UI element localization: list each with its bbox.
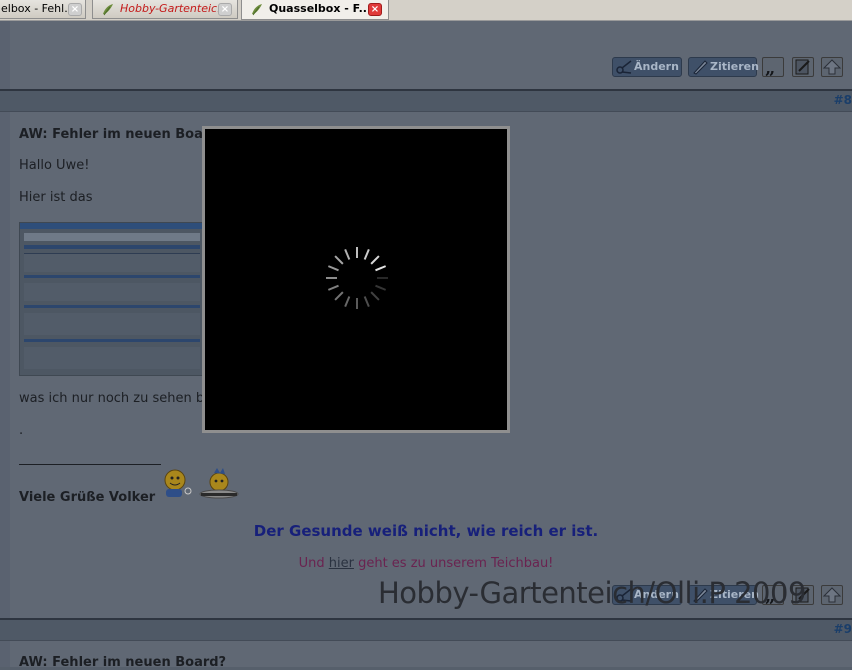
scroll-top-button[interactable]	[821, 585, 843, 605]
spinner-tick	[334, 255, 344, 265]
tab-fehler[interactable]: elbox - Fehl... ×	[0, 0, 86, 19]
svg-text:„: „	[765, 58, 775, 76]
post-text-dot: .	[19, 423, 24, 438]
close-tab-icon[interactable]: ×	[218, 3, 232, 16]
leaf-favicon-icon	[252, 4, 262, 16]
post-title: AW: Fehler im neuen Board?	[19, 127, 227, 142]
spinner-tick	[344, 296, 351, 308]
next-post-title: AW: Fehler im neuen Board?	[19, 655, 227, 670]
spinner-tick	[370, 291, 380, 301]
scroll-top-button[interactable]	[821, 57, 843, 77]
edit-button-label: Ändern	[634, 60, 679, 73]
smiley-icon	[164, 469, 192, 497]
tab-label: Quasselbox - F...	[269, 2, 372, 15]
post-number-link[interactable]: #8	[834, 93, 852, 107]
teich-suffix: geht es zu unserem Teichbau!	[358, 556, 554, 571]
attached-screenshot-image[interactable]	[19, 222, 205, 376]
edit-button[interactable]: Ändern	[612, 57, 682, 77]
next-post-header-bar: #9	[0, 618, 852, 641]
spinner-tick	[327, 265, 339, 272]
next-post-number-link[interactable]: #9	[834, 622, 852, 636]
arrow-up-icon	[822, 587, 842, 603]
spinner-tick	[375, 265, 387, 272]
loading-spinner-icon	[326, 247, 388, 309]
signature-quote: Der Gesunde weiß nicht, wie reich er ist…	[253, 522, 599, 540]
edit-note-button[interactable]	[792, 57, 814, 77]
post-text-line: was ich nur noch zu sehen b	[19, 391, 205, 406]
teich-prefix: Und	[298, 556, 325, 571]
close-tab-icon[interactable]: ×	[68, 3, 82, 16]
browser-tab-bar: elbox - Fehl... × Hobby-Gartenteic... × …	[0, 0, 852, 21]
tab-label: elbox - Fehl...	[1, 2, 75, 15]
tab-quasselbox[interactable]: Quasselbox - F... ×	[241, 0, 389, 20]
quote-marks-icon: „	[765, 58, 775, 79]
quote-marks-button[interactable]: „	[762, 57, 784, 79]
signature-teich-line: Und hier geht es zu unserem Teichbau!	[0, 556, 852, 571]
spinner-tick	[363, 248, 370, 260]
spinner-tick	[375, 284, 387, 291]
spinner-tick	[327, 284, 339, 291]
post-action-bar-top: Ändern Zitieren „	[612, 57, 852, 79]
lightbox-loading-panel[interactable]	[202, 126, 510, 433]
quote-button-label: Zitieren	[710, 60, 759, 73]
spinner-tick	[344, 248, 351, 260]
spinner-tick	[334, 291, 344, 301]
pen-icon	[693, 60, 708, 75]
post-greeting: Hallo Uwe!	[19, 158, 90, 173]
scissors-icon	[616, 60, 632, 74]
spinner-tick	[363, 296, 370, 308]
tab-label: Hobby-Gartenteic...	[120, 2, 228, 15]
quote-button[interactable]: Zitieren	[688, 57, 759, 77]
note-icon	[795, 59, 810, 75]
smiley-icon	[199, 468, 239, 499]
leaf-favicon-icon	[103, 4, 113, 16]
signature-name: Viele Grüße Volker	[19, 490, 156, 505]
teichbau-link[interactable]: hier	[329, 556, 354, 571]
arrow-up-icon	[822, 59, 842, 75]
image-watermark: Hobby-Gartenteich/Olli.P 2009	[378, 576, 806, 610]
signature-divider	[19, 464, 161, 465]
post-text-line: Hier ist das	[19, 190, 93, 205]
spinner-tick	[370, 255, 380, 265]
tab-hobby-gartenteich[interactable]: Hobby-Gartenteic... ×	[92, 0, 238, 19]
post-header-bar: #8	[0, 89, 852, 112]
close-tab-icon[interactable]: ×	[368, 3, 382, 16]
